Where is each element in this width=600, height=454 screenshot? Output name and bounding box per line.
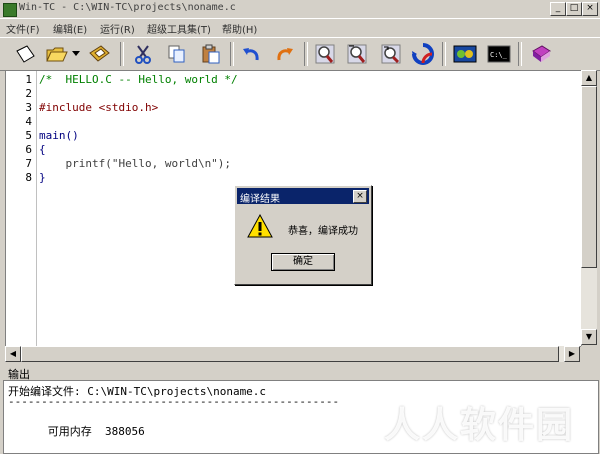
code-line: #include <stdio.h> [39,101,159,114]
dialog-message: 恭喜，编译成功 [288,226,358,237]
line-number: 5 [25,129,32,142]
size-grip [581,346,597,362]
dropdown-arrow-icon[interactable] [70,41,82,67]
menu-tools[interactable]: 超级工具集(T) [147,21,211,36]
line-number: 8 [25,171,32,184]
vertical-scroll-thumb[interactable] [581,86,597,268]
scroll-left-icon[interactable]: ◀ [5,346,21,362]
toolbar: C:\_ [0,37,600,71]
undo-icon[interactable] [238,41,264,67]
line-number-gutter: 1 2 3 4 5 6 7 8 [6,71,37,346]
scroll-up-icon[interactable]: ▲ [581,70,597,86]
line-number: 2 [25,87,32,100]
dialog-title: 编译结果 [240,194,280,205]
line-number: 1 [25,73,32,86]
horizontal-scrollbar[interactable]: ◀ ▶ [5,346,580,362]
title-bar: Win-TC - C:\WIN-TC\projects\noname.c _ □… [0,0,600,19]
vertical-scrollbar[interactable]: ▲ ▼ [581,70,597,345]
cut-icon[interactable] [130,41,156,67]
redo-icon[interactable] [272,41,298,67]
menu-bar: 文件(F) 编辑(E) 运行(R) 超级工具集(T) 帮助(H) [0,19,600,36]
run-console-icon[interactable]: C:\_ [486,41,512,67]
paste-icon[interactable] [198,41,224,67]
find-next-icon[interactable] [344,41,370,67]
replace-icon[interactable] [378,41,404,67]
line-number: 3 [25,101,32,114]
maximize-button[interactable]: □ [566,2,582,16]
dialog-close-button[interactable]: × [353,190,367,203]
ok-button[interactable]: 确定 [271,253,335,271]
line-number: 4 [25,115,32,128]
app-icon [3,3,17,17]
output-line: ----------------------------------------… [8,395,340,408]
open-folder-icon[interactable] [44,41,70,67]
menu-edit[interactable]: 编辑(E) [53,21,87,36]
find-icon[interactable] [312,41,338,67]
code-line: printf("Hello, world\n"); [39,157,232,170]
warning-icon [247,213,273,241]
copy-icon[interactable] [164,41,190,67]
scroll-right-icon[interactable]: ▶ [564,346,580,362]
help-book-icon[interactable] [528,41,554,67]
code-line: /* HELLO.C -- Hello, world */ [39,73,238,86]
menu-help[interactable]: 帮助(H) [222,21,257,36]
new-file-icon[interactable] [12,41,38,67]
menu-file[interactable]: 文件(F) [6,21,40,36]
window-title: Win-TC - C:\WIN-TC\projects\noname.c [19,2,236,13]
horizontal-scroll-thumb[interactable] [21,346,559,362]
refresh-icon[interactable] [410,41,436,67]
save-icon[interactable] [86,41,112,67]
close-button[interactable]: × [582,2,598,16]
watermark: 人人软件园 [384,405,575,446]
scroll-down-icon[interactable]: ▼ [581,329,597,345]
minimize-button[interactable]: _ [550,2,566,16]
compile-icon[interactable] [452,41,478,67]
line-number: 7 [25,157,32,170]
line-number: 6 [25,143,32,156]
dialog-title-bar: 编译结果 × [237,188,369,205]
code-line: } [39,171,46,184]
svg-text:C:\_: C:\_ [490,51,508,59]
menu-run[interactable]: 运行(R) [100,21,135,36]
code-line: main() [39,129,79,142]
code-line: { [39,143,46,156]
compile-result-dialog: 编译结果 × 恭喜，编译成功 确定 [234,185,372,285]
output-line: 可用内存 388056 [8,425,145,438]
